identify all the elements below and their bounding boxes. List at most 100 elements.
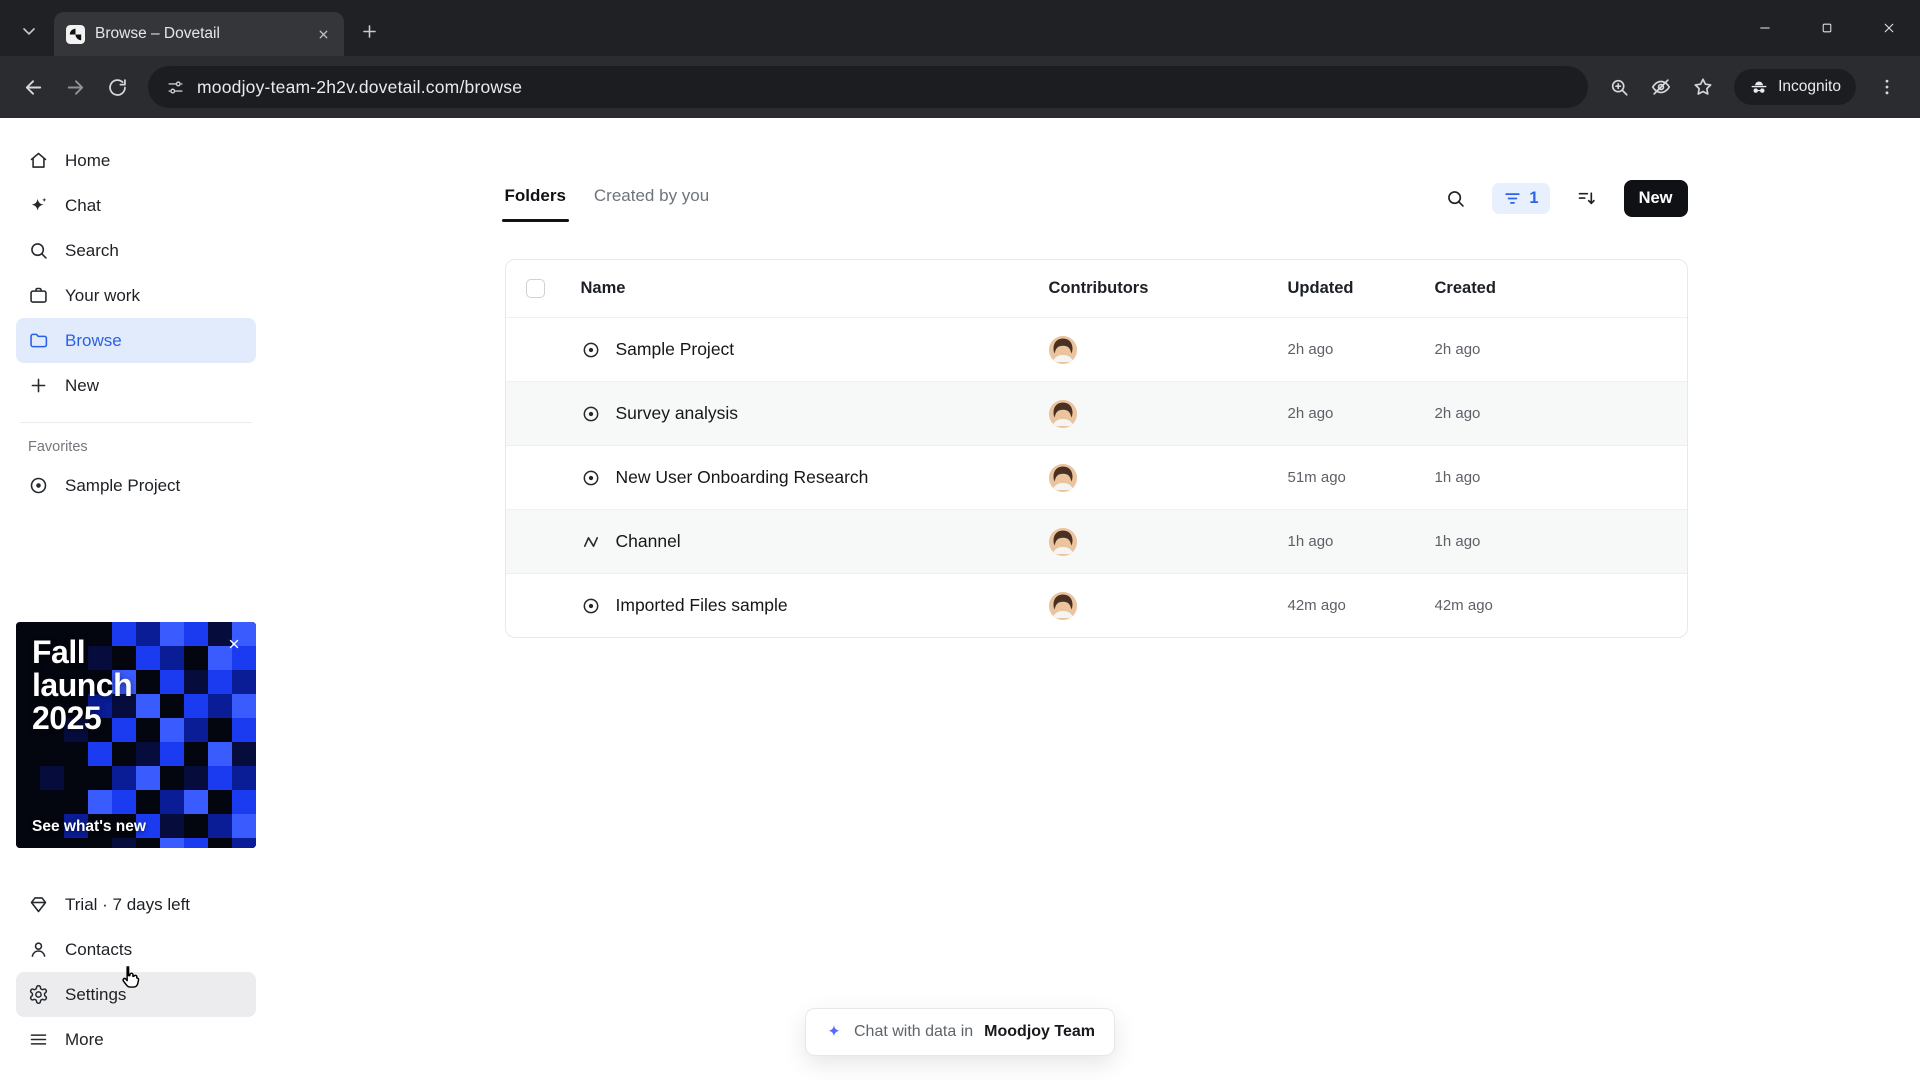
column-header-updated: Updated <box>1287 279 1354 297</box>
sidebar-item-label: Chat <box>65 195 101 215</box>
incognito-label: Incognito <box>1778 78 1841 95</box>
table-row[interactable]: Survey analysis 2h ago 2h ago <box>505 381 1687 445</box>
sidebar-item-settings[interactable]: Settings <box>16 972 256 1017</box>
content-header: Folders Created by you 1 New <box>501 180 1688 222</box>
hamburger-icon <box>28 1029 49 1050</box>
sidebar-item-label: New <box>65 375 100 395</box>
browser-tabstrip: Browse – Dovetail <box>0 0 1920 56</box>
sidebar-item-label: Home <box>65 150 111 170</box>
column-header-contributors: Contributors <box>1048 279 1149 297</box>
sort-button[interactable] <box>1570 182 1604 216</box>
bookmark-star-icon[interactable] <box>1682 66 1724 108</box>
new-folder-button[interactable]: New <box>1623 180 1688 217</box>
new-tab-button[interactable] <box>352 14 386 48</box>
browser-tab[interactable]: Browse – Dovetail <box>54 12 344 56</box>
briefcase-icon <box>28 285 49 306</box>
chevron-down-icon[interactable] <box>12 14 46 48</box>
chat-with-data-pill[interactable]: Chat with data in Moodjoy Team <box>804 1008 1116 1056</box>
sidebar-item-label: Contacts <box>65 939 133 959</box>
folder-name: Survey analysis <box>615 403 739 423</box>
chat-pill-team: Moodjoy Team <box>984 1023 1096 1040</box>
folder-name: Sample Project <box>615 339 735 359</box>
sidebar-item-label: Browse <box>65 330 122 350</box>
eye-off-icon[interactable] <box>1640 66 1682 108</box>
maximize-button[interactable] <box>1796 0 1858 56</box>
sidebar-item-your-work[interactable]: Your work <box>16 273 256 318</box>
close-window-button[interactable] <box>1858 0 1920 56</box>
promo-close-icon[interactable] <box>222 632 246 656</box>
sidebar-item-trial[interactable]: Trial · 7 days left <box>16 882 256 927</box>
dovetail-app: Home Chat Search Your work Browse New Fa… <box>0 118 1920 1080</box>
project-disc-icon <box>28 475 49 496</box>
tab-folders[interactable]: Folders <box>501 182 570 222</box>
gear-icon <box>28 984 49 1005</box>
favorite-item-label: Sample Project <box>65 475 181 495</box>
folder-name: Imported Files sample <box>615 595 788 615</box>
promo-title: Fall launch 2025 <box>32 634 133 736</box>
sidebar-item-label: Search <box>65 240 119 260</box>
sidebar-item-home[interactable]: Home <box>16 138 256 183</box>
sidebar: Home Chat Search Your work Browse New Fa… <box>0 118 272 1080</box>
table-row[interactable]: Imported Files sample 42m ago 42m ago <box>505 573 1687 637</box>
folder-name: Channel <box>615 531 681 551</box>
url-text: moodjoy-team-2h2v.dovetail.com/browse <box>197 76 523 97</box>
table-row[interactable]: Channel 1h ago 1h ago <box>505 509 1687 573</box>
channel-icon <box>581 532 601 552</box>
tab-close-icon[interactable] <box>312 23 334 45</box>
folder-name: New User Onboarding Research <box>615 467 869 487</box>
forward-button[interactable] <box>54 66 96 108</box>
favorite-item-sample-project[interactable]: Sample Project <box>16 463 256 508</box>
sidebar-item-label: More <box>65 1029 104 1049</box>
sidebar-item-browse[interactable]: Browse <box>16 318 256 363</box>
sparkle-icon <box>28 195 49 216</box>
promo-cta-link[interactable]: See what's new <box>32 818 146 836</box>
sidebar-divider <box>20 422 252 423</box>
dovetail-favicon-icon <box>66 24 85 44</box>
plus-icon <box>28 375 49 396</box>
contributor-avatar <box>1048 399 1077 428</box>
content-controls: 1 New <box>1438 180 1688 217</box>
main-content: Folders Created by you 1 New Name Contri… <box>272 118 1920 1080</box>
created-time: 42m ago <box>1434 597 1493 614</box>
sidebar-item-chat[interactable]: Chat <box>16 183 256 228</box>
favorites-heading: Favorites <box>28 439 88 455</box>
window-controls <box>1734 0 1920 56</box>
folder-icon <box>28 330 49 351</box>
sidebar-item-label: Trial · 7 days left <box>65 894 191 914</box>
browser-menu-icon[interactable] <box>1866 66 1908 108</box>
site-info-icon[interactable] <box>166 78 185 97</box>
browser-toolbar: moodjoy-team-2h2v.dovetail.com/browse In… <box>0 56 1920 118</box>
zoom-icon[interactable] <box>1598 66 1640 108</box>
home-icon <box>28 150 49 171</box>
incognito-icon <box>1749 77 1769 97</box>
project-disc-icon <box>581 468 601 488</box>
url-bar[interactable]: moodjoy-team-2h2v.dovetail.com/browse <box>148 66 1589 108</box>
project-disc-icon <box>581 340 601 360</box>
created-time: 1h ago <box>1434 469 1481 486</box>
tab-created-by-you[interactable]: Created by you <box>594 182 709 216</box>
minimize-button[interactable] <box>1734 0 1796 56</box>
select-all-checkbox[interactable] <box>525 279 545 298</box>
created-time: 2h ago <box>1434 405 1481 422</box>
filter-count: 1 <box>1529 189 1539 207</box>
incognito-badge: Incognito <box>1734 69 1856 105</box>
reload-button[interactable] <box>96 66 138 108</box>
table-row[interactable]: Sample Project 2h ago 2h ago <box>505 317 1687 381</box>
back-button[interactable] <box>12 66 54 108</box>
column-header-name: Name <box>580 279 626 297</box>
search-button[interactable] <box>1438 182 1472 216</box>
table-header-row: Name Contributors Updated Created <box>506 260 1687 317</box>
contributor-avatar <box>1048 527 1077 556</box>
promo-card[interactable]: Fall launch 2025 See what's new <box>16 622 256 848</box>
column-header-created: Created <box>1434 279 1496 297</box>
sidebar-item-more[interactable]: More <box>16 1017 256 1062</box>
sidebar-item-new[interactable]: New <box>16 363 256 408</box>
gem-icon <box>28 894 49 915</box>
filter-button[interactable]: 1 <box>1492 183 1550 214</box>
sidebar-item-contacts[interactable]: Contacts <box>16 927 256 972</box>
updated-time: 2h ago <box>1287 341 1334 358</box>
table-row[interactable]: New User Onboarding Research 51m ago 1h … <box>505 445 1687 509</box>
sparkle-icon <box>825 1023 843 1041</box>
updated-time: 2h ago <box>1287 405 1334 422</box>
sidebar-item-search[interactable]: Search <box>16 228 256 273</box>
